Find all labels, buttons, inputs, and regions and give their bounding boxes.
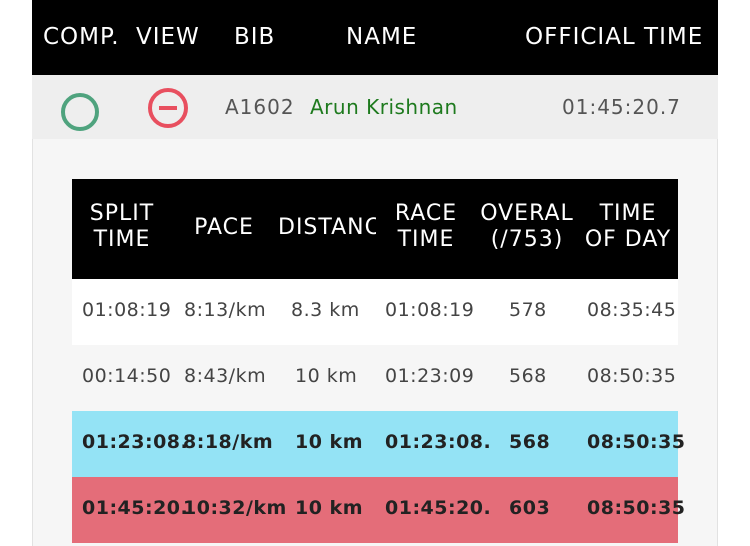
cell-pace: 8:18/km	[183, 431, 274, 453]
cell-split-time: 01:23:08.	[82, 431, 189, 453]
cell-time-of-day: 08:50:35	[587, 497, 686, 519]
results-header: COMP. VIEW BIB NAME OFFICIAL TIME	[32, 0, 718, 75]
split-row: 00:14:50 8:43/km 10 km 01:23:09 568 08:5…	[72, 345, 678, 411]
minus-circle-icon[interactable]	[148, 88, 188, 128]
cell-pace: 8:13/km	[184, 299, 267, 321]
header-bib: BIB	[234, 24, 276, 50]
cell-distance: 10 km	[295, 497, 363, 519]
split-row: 01:08:19 8:13/km 8.3 km 01:08:19 578 08:…	[72, 279, 678, 345]
split-row-highlight-red: 01:45:20. 10:32/km 10 km 01:45:20. 603 0…	[72, 477, 685, 543]
cell-split-time: 01:08:19	[82, 299, 172, 321]
cell-distance: 8.3 km	[291, 299, 360, 321]
header-official-time: OFFICIAL TIME	[525, 24, 704, 50]
cell-race-time: 01:45:20.	[385, 497, 492, 519]
runner-official-time: 01:45:20.7	[562, 95, 681, 119]
col-race-time: RACE TIME	[394, 201, 458, 252]
split-table: SPLIT TIME PACE DISTANC RACE TIME OVERAL…	[72, 179, 685, 543]
col-split-time: SPLIT TIME	[89, 201, 155, 252]
cell-overall: 578	[509, 299, 547, 321]
cell-race-time: 01:23:09	[385, 365, 475, 387]
results-page: COMP. VIEW BIB NAME OFFICIAL TIME A1602 …	[0, 0, 750, 546]
col-time-of-day: TIME OF DAY	[584, 201, 672, 252]
cell-overall: 568	[509, 431, 551, 453]
cell-time-of-day: 08:50:35	[587, 431, 686, 453]
header-comp: COMP.	[43, 24, 120, 50]
cell-time-of-day: 08:50:35	[587, 365, 677, 387]
header-name: NAME	[346, 24, 418, 50]
col-distance: DISTANC	[278, 215, 376, 240]
cell-race-time: 01:23:08.	[385, 431, 492, 453]
cell-split-time: 00:14:50	[82, 365, 172, 387]
col-overall: OVERAL (/753)	[480, 201, 574, 252]
cell-distance: 10 km	[295, 365, 358, 387]
cell-distance: 10 km	[295, 431, 363, 453]
cell-pace: 10:32/km	[183, 497, 287, 519]
runner-name[interactable]: Arun Krishnan	[310, 95, 458, 119]
compare-circle-icon[interactable]	[61, 93, 99, 131]
split-row-highlight-blue: 01:23:08. 8:18/km 10 km 01:23:08. 568 08…	[72, 411, 685, 477]
cell-time-of-day: 08:35:45	[587, 299, 677, 321]
cell-race-time: 01:08:19	[385, 299, 475, 321]
header-view: VIEW	[136, 24, 200, 50]
runner-result-row[interactable]: A1602 Arun Krishnan 01:45:20.7	[32, 75, 718, 139]
col-pace: PACE	[194, 215, 254, 240]
split-table-header: SPLIT TIME PACE DISTANC RACE TIME OVERAL…	[72, 179, 678, 279]
cell-pace: 8:43/km	[184, 365, 267, 387]
cell-overall: 568	[509, 365, 547, 387]
runner-bib: A1602	[225, 95, 295, 119]
cell-split-time: 01:45:20.	[82, 497, 189, 519]
cell-overall: 603	[509, 497, 551, 519]
